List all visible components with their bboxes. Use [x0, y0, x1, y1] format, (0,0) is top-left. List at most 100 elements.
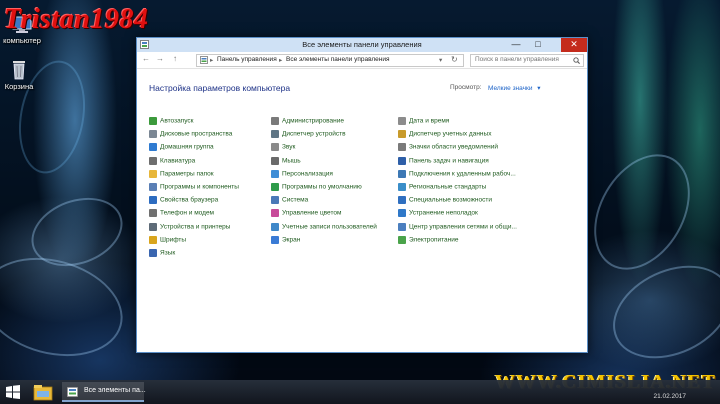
- control-panel-item[interactable]: Администрирование: [271, 117, 344, 128]
- control-panel-item[interactable]: Параметры папок: [149, 169, 214, 181]
- refresh-button[interactable]: ↻: [451, 55, 458, 64]
- start-icon[interactable]: [6, 385, 20, 399]
- close-button[interactable]: ✕: [561, 38, 587, 52]
- control-panel-icon: [67, 387, 78, 397]
- control-panel-item[interactable]: Программы и компоненты: [149, 183, 239, 194]
- control-panel-item[interactable]: Система: [271, 196, 308, 207]
- remote-desktop-icon: [398, 169, 406, 178]
- folder-options-icon: [149, 169, 157, 178]
- control-panel-item[interactable]: Центр управления сетями и общи...: [398, 222, 517, 234]
- control-panel-item-label: Диспетчер устройств: [282, 130, 346, 138]
- forward-button[interactable]: →: [156, 54, 164, 63]
- recycle-bin-icon: [13, 61, 25, 80]
- desktop-icon-label: компьютер: [3, 36, 41, 45]
- default-programs-icon: [271, 183, 279, 191]
- control-panel-item[interactable]: Свойства браузера: [149, 196, 218, 207]
- address-dropdown-button[interactable]: ▾: [439, 56, 442, 64]
- control-panel-item[interactable]: Электропитание: [398, 235, 459, 247]
- search-icon[interactable]: [573, 57, 580, 64]
- control-panel-item[interactable]: Диспетчер устройств: [271, 130, 346, 141]
- breadcrumb-all-items[interactable]: Все элементы панели управления: [286, 56, 390, 63]
- control-panel-item[interactable]: Региональные стандарты: [398, 183, 486, 194]
- control-panel-item-label: Электропитание: [409, 236, 459, 244]
- control-panel-item[interactable]: Клавиатура: [149, 156, 196, 168]
- title-bar[interactable]: Все элементы панели управления — □ ✕: [137, 38, 587, 52]
- ease-of-access-icon: [398, 196, 406, 205]
- notification-icons-icon: [398, 143, 406, 152]
- display-icon: [271, 235, 279, 244]
- breadcrumb-control-panel[interactable]: Панель управления: [217, 56, 277, 63]
- control-panel-item[interactable]: Телефон и модем: [149, 209, 214, 220]
- control-panel-item-label: Подключения к удаленным рабоч...: [409, 170, 516, 178]
- control-panel-item[interactable]: Персонализация: [271, 169, 333, 181]
- desktop-icon-label: Корзина: [4, 82, 34, 91]
- page-title: Настройка параметров компьютера: [149, 83, 291, 93]
- control-panel-item[interactable]: Программы по умолчанию: [271, 183, 362, 194]
- internet-options-icon: [149, 196, 157, 205]
- back-button[interactable]: ←: [142, 54, 150, 63]
- control-panel-item-label: Диспетчер учетных данных: [409, 130, 492, 138]
- control-panel-item[interactable]: Дата и время: [398, 117, 449, 128]
- wallpaper-swirl: [0, 242, 134, 372]
- control-panel-item[interactable]: Устройства и принтеры: [149, 222, 231, 234]
- control-panel-item[interactable]: Шрифты: [149, 235, 186, 247]
- control-panel-item[interactable]: Язык: [149, 249, 175, 260]
- system-icon: [271, 196, 279, 205]
- maximize-button[interactable]: □: [529, 38, 547, 52]
- control-panel-item-label: Клавиатура: [160, 157, 196, 165]
- search-input[interactable]: Поиск в панели управления: [470, 54, 584, 67]
- chevron-down-icon: ▾: [537, 85, 541, 92]
- control-panel-window: Все элементы панели управления — □ ✕ ← →…: [136, 37, 588, 353]
- fonts-icon: [149, 235, 157, 244]
- control-panel-item-label: Устранение неполадок: [409, 209, 478, 217]
- control-panel-item[interactable]: Домашняя группа: [149, 143, 214, 154]
- control-panel-item[interactable]: Специальные возможности: [398, 196, 492, 207]
- control-panel-item-label: Параметры папок: [160, 170, 214, 178]
- view-by-value: Мелкие значки: [488, 85, 533, 92]
- control-panel-item-label: Звук: [282, 143, 296, 151]
- taskbar-navigation-icon: [398, 156, 406, 165]
- language-icon: [149, 249, 157, 257]
- autoplay-icon: [149, 117, 157, 125]
- devices-printers-icon: [149, 222, 157, 231]
- up-button[interactable]: ↑: [173, 54, 177, 63]
- control-panel-item-label: Свойства браузера: [160, 196, 219, 204]
- control-panel-item-label: Система: [282, 196, 309, 204]
- control-panel-item-label: Устройства и принтеры: [160, 223, 231, 231]
- control-panel-item[interactable]: Автозапуск: [149, 117, 193, 128]
- taskbar: Все элементы па... 21.02.2017: [0, 380, 720, 404]
- breadcrumb-separator: ▸: [210, 57, 214, 64]
- address-bar[interactable]: ▸ Панель управления ▸ Все элементы панел…: [196, 54, 464, 67]
- control-panel-item[interactable]: Мышь: [271, 156, 301, 168]
- control-panel-item-label: Управление цветом: [282, 209, 342, 217]
- control-panel-item[interactable]: Экран: [271, 235, 300, 247]
- control-panel-item[interactable]: Панель задач и навигация: [398, 156, 489, 168]
- desktop-icon-recycle-bin[interactable]: Корзина: [0, 58, 47, 91]
- control-panel-item-label: Персонализация: [282, 170, 333, 178]
- control-panel-item-label: Администрирование: [282, 117, 344, 125]
- network-center-icon: [398, 222, 406, 231]
- control-panel-item-label: Учетные записи пользователей: [282, 223, 377, 231]
- control-panel-item-label: Мышь: [282, 157, 301, 165]
- view-by-dropdown[interactable]: Мелкие значки ▾: [488, 84, 541, 92]
- taskbar-clock[interactable]: 21.02.2017: [653, 393, 686, 400]
- control-panel-item-label: Региональные стандарты: [409, 183, 487, 191]
- control-panel-item-label: Программы по умолчанию: [282, 183, 362, 191]
- view-by-label: Просмотр:: [450, 84, 482, 91]
- file-explorer-icon[interactable]: [33, 383, 53, 401]
- control-panel-item[interactable]: Дисковые пространства: [149, 130, 232, 141]
- control-panel-item[interactable]: Учетные записи пользователей: [271, 222, 377, 234]
- date-time-icon: [398, 117, 406, 125]
- control-panel-item-label: Дисковые пространства: [160, 130, 233, 138]
- taskbar-app-control-panel[interactable]: Все элементы па...: [62, 382, 146, 402]
- control-panel-item[interactable]: Звук: [271, 143, 295, 154]
- phone-modem-icon: [149, 209, 157, 218]
- troubleshooting-icon: [398, 209, 406, 218]
- control-panel-item[interactable]: Устранение неполадок: [398, 209, 478, 220]
- control-panel-item[interactable]: Подключения к удаленным рабоч...: [398, 169, 516, 181]
- control-panel-item[interactable]: Диспетчер учетных данных: [398, 130, 491, 141]
- control-panel-item[interactable]: Значки области уведомлений: [398, 143, 498, 154]
- control-panel-item[interactable]: Управление цветом: [271, 209, 341, 220]
- minimize-button[interactable]: —: [507, 38, 525, 52]
- admin-tools-icon: [271, 117, 279, 125]
